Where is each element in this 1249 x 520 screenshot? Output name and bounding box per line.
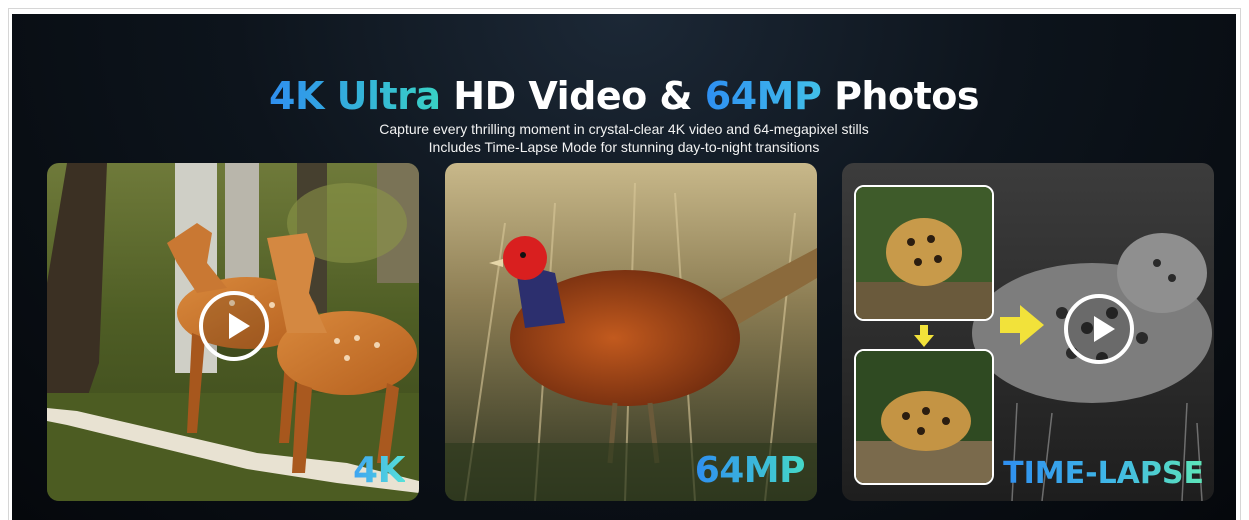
headline-part-64mp: 64MP bbox=[704, 74, 822, 118]
play-icon[interactable] bbox=[199, 291, 269, 361]
panel-64mp-photo: 64MP bbox=[445, 163, 817, 501]
subtitle-line-1: Capture every thrilling moment in crysta… bbox=[379, 121, 869, 137]
panel-label-64mp: 64MP bbox=[694, 450, 806, 491]
product-banner: 4K Ultra HD Video & 64MP Photos Capture … bbox=[12, 14, 1236, 520]
panel-4k-video[interactable]: 4K bbox=[47, 163, 419, 501]
arrow-down-icon bbox=[914, 325, 934, 347]
panel-label-4k: 4K bbox=[353, 450, 405, 491]
jaguar-day-thumbnail bbox=[854, 185, 994, 321]
headline-part-hd-video: HD Video & bbox=[440, 74, 705, 118]
headline-part-photos: Photos bbox=[821, 74, 979, 118]
jaguar-day-thumbnail-2 bbox=[854, 349, 994, 485]
headline: 4K Ultra HD Video & 64MP Photos bbox=[12, 74, 1236, 118]
arrow-right-icon bbox=[1000, 305, 1044, 345]
subtitle-line-2: Includes Time-Lapse Mode for stunning da… bbox=[428, 139, 820, 155]
panel-time-lapse[interactable]: TIME-LAPSE bbox=[842, 163, 1214, 501]
headline-part-4k-ultra: 4K Ultra bbox=[269, 74, 441, 118]
play-icon[interactable] bbox=[1064, 294, 1134, 364]
panel-label-time-lapse: TIME-LAPSE bbox=[1003, 456, 1204, 491]
